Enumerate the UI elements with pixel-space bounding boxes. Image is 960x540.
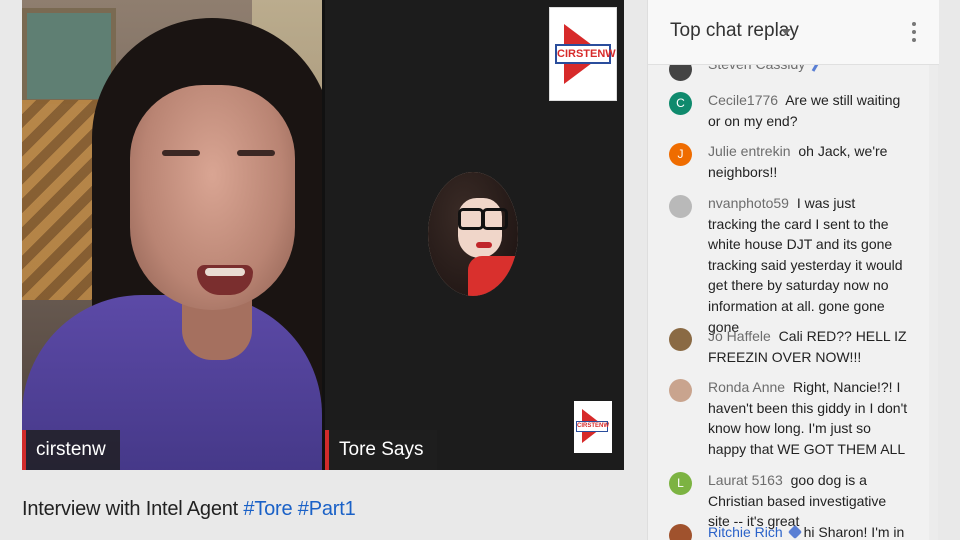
- video-player[interactable]: cirstenw Tore Says CIRSTENW CIRSTENW: [22, 0, 624, 470]
- message-body: Jo Haffele Cali RED?? HELL IZ FREEZIN OV…: [708, 326, 908, 367]
- message-body: nvanphoto59 I was just tracking the card…: [708, 193, 908, 337]
- avatar-lips: [476, 242, 492, 248]
- avatar-glasses-left: [458, 208, 484, 230]
- avatar-shirt: [468, 256, 518, 296]
- message-text: I was just tracking the card I sent to t…: [708, 195, 903, 335]
- channel-logo: CIRSTENW: [550, 8, 616, 100]
- avatar: L: [669, 472, 692, 495]
- message-body: Ritchie Rich hi Sharon! I'm in: [708, 522, 908, 540]
- avatar: [669, 379, 692, 402]
- more-options-icon[interactable]: [911, 22, 917, 44]
- teeth: [205, 268, 245, 276]
- author-name[interactable]: Julie entrekin: [708, 143, 791, 159]
- avatar: [669, 195, 692, 218]
- participant-name-right: Tore Says: [325, 430, 438, 470]
- participant-tile-left: cirstenw: [22, 0, 322, 470]
- logo-text: CIRSTENW: [555, 44, 616, 64]
- page-margin: [938, 0, 960, 540]
- author-name[interactable]: nvanphoto59: [708, 195, 789, 211]
- hashtag-link-tore[interactable]: #Tore: [243, 498, 292, 520]
- avatar: [669, 524, 692, 540]
- participant-name-left: cirstenw: [22, 430, 120, 470]
- live-chat-panel: Top chat replay Steven Cassidy C Cecile1…: [647, 0, 939, 540]
- video-title: Interview with Intel Agent #Tore #Part1: [22, 498, 356, 521]
- avatar: J: [669, 143, 692, 166]
- message-body: Ronda Anne Right, Nancie!?! I haven't be…: [708, 377, 908, 459]
- eyebrow-right: [237, 150, 275, 156]
- chat-header: Top chat replay: [648, 0, 939, 65]
- chevron-down-icon[interactable]: [781, 29, 791, 35]
- wrench-icon: [787, 524, 802, 540]
- author-name[interactable]: Laurat 5163: [708, 472, 783, 488]
- avatar: C: [669, 92, 692, 115]
- message-body: Cecile1776 Are we still waiting or on my…: [708, 90, 908, 131]
- author-name[interactable]: Cecile1776: [708, 92, 778, 108]
- watermark-logo: CIRSTENW: [574, 401, 612, 453]
- author-name[interactable]: Ronda Anne: [708, 379, 785, 395]
- avatar: [669, 328, 692, 351]
- author-name[interactable]: Jo Haffele: [708, 328, 771, 344]
- watermark-text: CIRSTENW: [576, 421, 609, 432]
- title-text: Interview with Intel Agent: [22, 498, 239, 520]
- chat-mode-dropdown[interactable]: Top chat replay: [670, 20, 799, 42]
- participant-avatar: [428, 172, 518, 296]
- hashtag-link-part1[interactable]: #Part1: [298, 498, 356, 520]
- eyebrow-left: [162, 150, 200, 156]
- message-body: Julie entrekin oh Jack, we're neighbors!…: [708, 141, 908, 182]
- author-name[interactable]: Ritchie Rich: [708, 524, 783, 540]
- avatar-glasses-right: [482, 208, 508, 230]
- message-text: hi Sharon! I'm in: [803, 524, 905, 540]
